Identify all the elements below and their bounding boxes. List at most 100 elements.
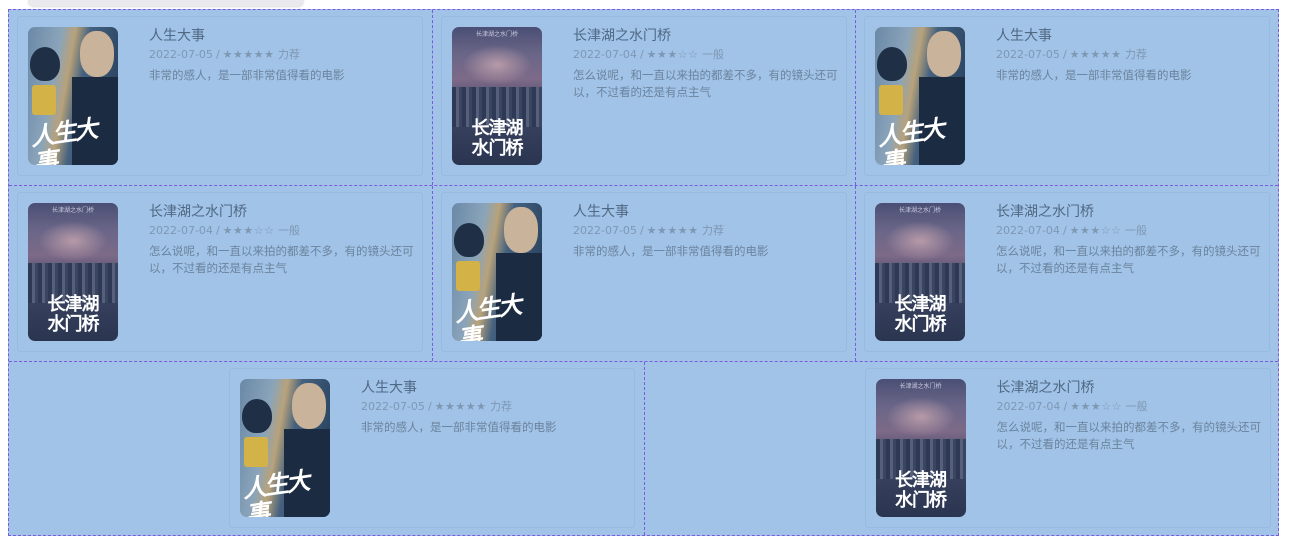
review-date: 2022-07-04 (149, 224, 213, 237)
rating-label: 一般 (701, 48, 724, 61)
review-info: 人生大事 2022-07-05/★★★★★ 力荐 非常的感人，是一部非常值得看的… (573, 203, 843, 260)
poster-caption: 长津湖之水门桥 (51, 207, 94, 214)
separator: / (639, 224, 644, 237)
review-card[interactable]: 长津湖之水门桥 长津湖 水门桥 长津湖之水门桥 2022-07-04/★★★☆☆ … (441, 16, 847, 176)
grid-cell: 人生大事 人生大事 2022-07-05/★★★★★ 力荐 非常的感人，是一部非… (9, 362, 644, 535)
poster-title-art: 人生大事 (875, 113, 945, 165)
movie-poster[interactable]: 人生大事 (452, 203, 542, 341)
rating-label: 力荐 (701, 224, 724, 237)
review-meta: 2022-07-04/★★★☆☆ 一般 (573, 48, 843, 62)
movie-title[interactable]: 人生大事 (573, 203, 843, 221)
review-date: 2022-07-05 (149, 48, 213, 61)
poster-art (462, 45, 532, 85)
grid-cell: 人生大事 人生大事 2022-07-05/★★★★★ 力荐 非常的感人，是一部非… (855, 10, 1278, 185)
star-rating: ★★★★★ (222, 48, 275, 61)
separator: / (1062, 48, 1067, 61)
review-card[interactable]: 人生大事 人生大事 2022-07-05/★★★★★ 力荐 非常的感人，是一部非… (229, 368, 635, 528)
review-info: 长津湖之水门桥 2022-07-04/★★★☆☆ 一般 怎么说呢，和一直以来拍的… (149, 203, 419, 277)
poster-figure (456, 261, 480, 291)
page: 人生大事 人生大事 2022-07-05/★★★★★ 力荐 非常的感人，是一部非… (0, 0, 1301, 546)
poster-art (885, 397, 956, 437)
movie-title[interactable]: 人生大事 (996, 27, 1266, 45)
poster-title-art: 长津湖 水门桥 (875, 295, 965, 335)
rating-label: 一般 (1124, 224, 1147, 237)
review-date: 2022-07-04 (996, 224, 1060, 237)
rating-label: 力荐 (277, 48, 300, 61)
separator: / (215, 224, 220, 237)
star-rating: ★★★☆☆ (1069, 224, 1122, 237)
poster-figure (244, 437, 268, 467)
grid-cell: 长津湖之水门桥 长津湖 水门桥 长津湖之水门桥 2022-07-04/★★★☆☆ … (432, 10, 855, 185)
review-card[interactable]: 长津湖之水门桥 长津湖 水门桥 长津湖之水门桥 2022-07-04/★★★☆☆ … (17, 192, 423, 352)
poster-title-art: 长津湖 水门桥 (876, 471, 966, 511)
poster-figure (30, 47, 60, 81)
movie-title[interactable]: 长津湖之水门桥 (996, 203, 1266, 221)
rating-label: 力荐 (1124, 48, 1147, 61)
movie-poster[interactable]: 人生大事 (875, 27, 965, 165)
movie-poster[interactable]: 人生大事 (28, 27, 118, 165)
poster-caption: 长津湖之水门桥 (899, 383, 942, 390)
poster-title-art: 长津湖 水门桥 (452, 119, 542, 159)
movie-title[interactable]: 人生大事 (149, 27, 419, 45)
review-info: 长津湖之水门桥 2022-07-04/★★★☆☆ 一般 怎么说呢，和一直以来拍的… (996, 203, 1266, 277)
poster-figure (504, 207, 538, 253)
poster-art (885, 221, 955, 261)
review-info: 人生大事 2022-07-05/★★★★★ 力荐 非常的感人，是一部非常值得看的… (361, 379, 631, 436)
poster-figure (80, 31, 114, 77)
movie-title[interactable]: 长津湖之水门桥 (573, 27, 843, 45)
movie-poster[interactable]: 长津湖之水门桥 长津湖 水门桥 (875, 203, 965, 341)
poster-title-art: 人生大事 (28, 113, 98, 165)
review-meta: 2022-07-05/★★★★★ 力荐 (996, 48, 1266, 62)
review-text: 非常的感人，是一部非常值得看的电影 (361, 420, 557, 434)
poster-art (38, 221, 108, 261)
review-date: 2022-07-04 (996, 400, 1061, 413)
poster-title-line: 长津湖 (471, 118, 524, 139)
movie-poster[interactable]: 人生大事 (240, 379, 330, 517)
movie-review-grid: 人生大事 人生大事 2022-07-05/★★★★★ 力荐 非常的感人，是一部非… (8, 9, 1279, 536)
movie-poster[interactable]: 长津湖之水门桥 长津湖 水门桥 (28, 203, 118, 341)
review-text: 怎么说呢，和一直以来拍的都差不多，有的镜头还可以，不过看的还是有点主气 (149, 244, 414, 275)
separator: / (639, 48, 644, 61)
movie-title[interactable]: 人生大事 (361, 379, 631, 397)
poster-figure (927, 31, 961, 77)
grid-cell: 长津湖之水门桥 长津湖 水门桥 长津湖之水门桥 2022-07-04/★★★☆☆ … (855, 186, 1278, 361)
poster-title-line: 水门桥 (471, 138, 524, 159)
poster-title-line: 水门桥 (47, 314, 100, 335)
star-rating: ★★★☆☆ (222, 224, 275, 237)
movie-poster[interactable]: 长津湖之水门桥 长津湖 水门桥 (452, 27, 542, 165)
review-card[interactable]: 人生大事 人生大事 2022-07-05/★★★★★ 力荐 非常的感人，是一部非… (17, 16, 423, 176)
star-rating: ★★★★★ (646, 224, 699, 237)
movie-poster[interactable]: 长津湖之水门桥 长津湖 水门桥 (875, 379, 966, 517)
separator: / (215, 48, 220, 61)
review-card[interactable]: 长津湖之水门桥 长津湖 水门桥 长津湖之水门桥 2022-07-04/★★★☆☆ … (864, 192, 1270, 352)
grid-cell: 人生大事 人生大事 2022-07-05/★★★★★ 力荐 非常的感人，是一部非… (432, 186, 855, 361)
review-info: 人生大事 2022-07-05/★★★★★ 力荐 非常的感人，是一部非常值得看的… (996, 27, 1266, 84)
review-card[interactable]: 长津湖之水门桥 长津湖 水门桥 长津湖之水门桥 2022-07-04/★★★☆☆ … (864, 368, 1271, 528)
review-card[interactable]: 人生大事 人生大事 2022-07-05/★★★★★ 力荐 非常的感人，是一部非… (864, 16, 1270, 176)
review-meta: 2022-07-04/★★★☆☆ 一般 (149, 224, 419, 238)
poster-title-line: 长津湖 (47, 294, 100, 315)
grid-cell: 长津湖之水门桥 长津湖 水门桥 长津湖之水门桥 2022-07-04/★★★☆☆ … (9, 186, 432, 361)
review-text: 怎么说呢，和一直以来拍的都差不多，有的镜头还可以，不过看的还是有点主气 (996, 244, 1261, 275)
review-info: 人生大事 2022-07-05/★★★★★ 力荐 非常的感人，是一部非常值得看的… (149, 27, 419, 84)
movie-title[interactable]: 长津湖之水门桥 (997, 379, 1267, 397)
review-meta: 2022-07-05/★★★★★ 力荐 (573, 224, 843, 238)
star-rating: ★★★★★ (434, 400, 487, 413)
review-date: 2022-07-05 (573, 224, 637, 237)
separator: / (1063, 400, 1068, 413)
movie-title[interactable]: 长津湖之水门桥 (149, 203, 419, 221)
rating-label: 一般 (1125, 400, 1148, 413)
star-rating: ★★★☆☆ (1070, 400, 1122, 413)
poster-title-line: 长津湖 (894, 294, 947, 315)
poster-figure (242, 399, 272, 433)
poster-figure (877, 47, 907, 81)
rating-label: 力荐 (489, 400, 512, 413)
review-date: 2022-07-05 (361, 400, 425, 413)
poster-title-art: 人生大事 (240, 465, 310, 517)
review-card[interactable]: 人生大事 人生大事 2022-07-05/★★★★★ 力荐 非常的感人，是一部非… (441, 192, 847, 352)
grid-row: 人生大事 人生大事 2022-07-05/★★★★★ 力荐 非常的感人，是一部非… (9, 361, 1278, 535)
top-tab (28, 0, 304, 6)
grid-row: 人生大事 人生大事 2022-07-05/★★★★★ 力荐 非常的感人，是一部非… (9, 10, 1278, 185)
separator: / (427, 400, 432, 413)
poster-figure (32, 85, 56, 115)
